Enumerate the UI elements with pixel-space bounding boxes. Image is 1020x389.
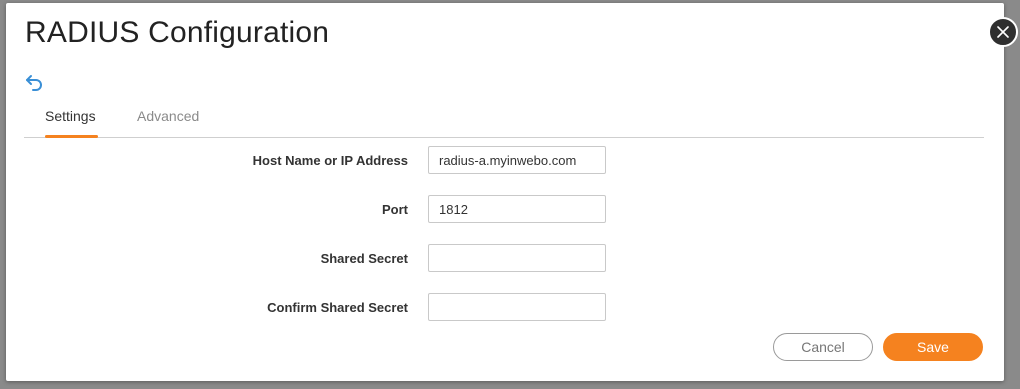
host-row: Host Name or IP Address <box>6 146 1004 176</box>
back-button[interactable] <box>24 72 46 94</box>
shared-secret-label: Shared Secret <box>320 251 408 266</box>
close-icon <box>997 26 1009 38</box>
tab-settings[interactable]: Settings <box>45 108 96 124</box>
radius-configuration-dialog: RADIUS Configuration Settings Advanced H… <box>6 3 1004 381</box>
confirm-shared-secret-label: Confirm Shared Secret <box>267 300 408 315</box>
host-input[interactable] <box>428 146 606 174</box>
close-button[interactable] <box>988 17 1018 47</box>
tab-bar: Settings Advanced <box>24 101 984 138</box>
port-row: Port <box>6 195 1004 225</box>
active-tab-indicator <box>45 135 98 138</box>
shared-secret-input[interactable] <box>428 244 606 272</box>
port-label: Port <box>382 202 408 217</box>
save-button[interactable]: Save <box>883 333 983 361</box>
shared-secret-row: Shared Secret <box>6 244 1004 274</box>
confirm-shared-secret-input[interactable] <box>428 293 606 321</box>
dialog-title: RADIUS Configuration <box>25 16 330 49</box>
tab-advanced[interactable]: Advanced <box>137 108 199 124</box>
cancel-button[interactable]: Cancel <box>773 333 873 361</box>
port-input[interactable] <box>428 195 606 223</box>
undo-arrow-icon <box>26 75 42 91</box>
confirm-shared-secret-row: Confirm Shared Secret <box>6 293 1004 323</box>
host-label: Host Name or IP Address <box>252 153 408 168</box>
